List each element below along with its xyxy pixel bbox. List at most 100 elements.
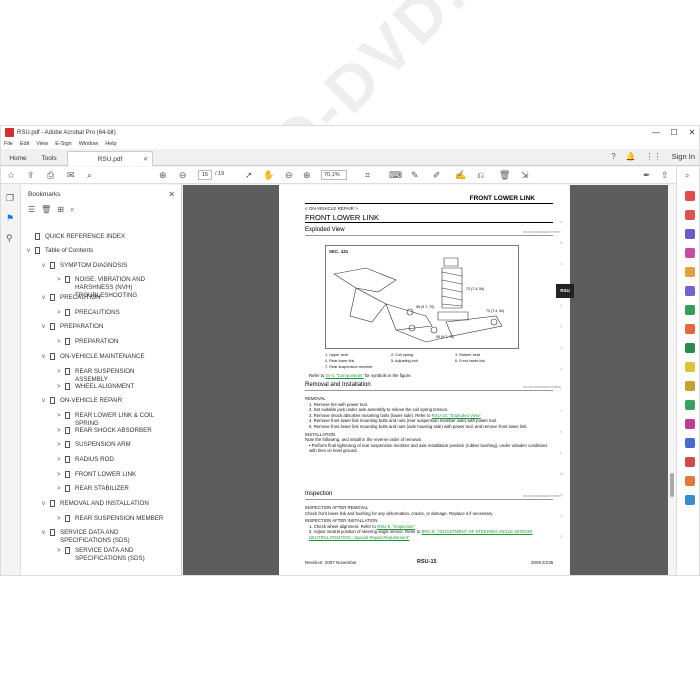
bookmark-item[interactable]: v ON-VEHICLE MAINTENANCE	[42, 353, 165, 361]
chevron-right-icon[interactable]: >	[57, 456, 65, 464]
close-window-button[interactable]: ✕	[683, 126, 699, 139]
bookmark-item[interactable]: > SERVICE DATA AND SPECIFICATIONS (SDS)	[57, 547, 165, 563]
chevron-right-icon[interactable]: >	[57, 383, 65, 391]
bookmark-item[interactable]: > REAR SUSPENSION MEMBER	[57, 515, 165, 523]
after-install-step-1-link[interactable]: RSU-6, "Inspection"	[377, 524, 415, 529]
mail-icon[interactable]: ✉	[67, 170, 75, 181]
tab-document[interactable]: RSU.pdf ✕	[67, 151, 153, 166]
certificates-icon[interactable]	[685, 438, 695, 448]
page-up-icon[interactable]: ⊕	[159, 170, 167, 181]
find-bookmark-icon[interactable]: ⌕	[70, 205, 74, 215]
create-pdf-icon[interactable]	[685, 191, 695, 201]
menu-edit[interactable]: Edit	[20, 141, 29, 147]
keyboard-icon[interactable]: ⌨	[389, 170, 402, 181]
sign-icon[interactable]: ✒	[643, 170, 651, 181]
chevron-down-icon[interactable]: v	[42, 397, 50, 405]
zoom-level-input[interactable]: 70,1%	[321, 170, 347, 180]
tab-tools[interactable]: Tools	[35, 151, 63, 166]
delete-icon[interactable]: 🗑	[499, 170, 510, 181]
chevron-right-icon[interactable]: >	[57, 441, 65, 449]
stamp-tool-icon[interactable]	[685, 381, 695, 391]
print-production-icon[interactable]	[685, 400, 695, 410]
menu-esign[interactable]: E-Sign	[55, 141, 72, 147]
page-number-input[interactable]: 15	[198, 170, 212, 180]
chevron-down-icon[interactable]: v	[42, 500, 50, 508]
close-tab-icon[interactable]: ✕	[143, 156, 148, 163]
measure-icon[interactable]	[685, 476, 695, 486]
bookmark-item[interactable]: v Table of Contents	[27, 247, 165, 255]
notifications-icon[interactable]: 🔔	[626, 152, 636, 161]
document-viewport[interactable]: FRONT LOWER LINK < ON-VEHICLE REPAIR > F…	[183, 185, 668, 575]
bookmark-item[interactable]: > RADIUS ROD	[57, 456, 165, 464]
bookmark-item[interactable]: > REAR SHOCK ABSORBER	[57, 427, 165, 435]
chevron-right-icon[interactable]: >	[57, 276, 65, 284]
draw-icon[interactable]: ✍	[455, 170, 466, 181]
share-icon[interactable]: ⇧	[661, 170, 669, 181]
organize-pages-icon[interactable]	[685, 248, 695, 258]
tab-home[interactable]: Home	[4, 151, 32, 166]
chevron-right-icon[interactable]: >	[57, 338, 65, 346]
chevron-right-icon[interactable]: >	[57, 309, 65, 317]
bookmark-item[interactable]: v ON-VEHICLE REPAIR	[42, 397, 165, 405]
upload-icon[interactable]: ⇪	[27, 170, 35, 181]
delete-bookmark-icon[interactable]: 🗑	[41, 205, 51, 215]
chevron-down-icon[interactable]: v	[42, 353, 50, 361]
sign-in-button[interactable]: Sign In	[672, 152, 695, 161]
bookmark-item[interactable]: > SUSPENSION ARM	[57, 441, 165, 449]
chevron-down-icon[interactable]: v	[27, 247, 35, 255]
refer-link[interactable]: GI-4, "Components"	[325, 373, 363, 378]
protect-icon[interactable]	[685, 343, 695, 353]
apps-grid-icon[interactable]: ⋮⋮	[646, 152, 662, 161]
accessibility-icon[interactable]	[685, 419, 695, 429]
bookmark-item[interactable]: v PREPARATION	[42, 323, 165, 331]
zoom-in-icon[interactable]: ⊕	[303, 170, 311, 181]
crop-icon[interactable]: ⌗	[365, 170, 370, 181]
bookmark-item[interactable]: > WHEEL ALIGNMENT	[57, 383, 165, 391]
zoom-out-icon[interactable]: ⊖	[285, 170, 293, 181]
bookmark-item[interactable]: > REAR LOWER LINK & COIL SPRING	[57, 412, 165, 428]
print-icon[interactable]: ⎙	[47, 170, 54, 181]
rich-media-icon[interactable]	[685, 457, 695, 467]
redact-icon[interactable]	[685, 362, 695, 372]
chevron-right-icon[interactable]: >	[57, 368, 65, 376]
attachment-icon[interactable]: ⚲	[6, 233, 13, 244]
bookmark-item[interactable]: v SYMPTOM DIAGNOSIS	[42, 262, 165, 270]
chevron-right-icon[interactable]: >	[57, 485, 65, 493]
scan-ocr-icon[interactable]	[685, 324, 695, 334]
minimize-button[interactable]: —	[647, 126, 665, 139]
combine-files-icon[interactable]	[685, 210, 695, 220]
comment-icon[interactable]: ✎	[411, 170, 419, 181]
bookmark-item[interactable]: v SERVICE DATA AND SPECIFICATIONS (SDS)	[42, 529, 165, 545]
search-icon[interactable]: ⌕	[87, 170, 92, 181]
chevron-right-icon[interactable]: >	[57, 515, 65, 523]
close-panel-icon[interactable]: ✕	[168, 190, 175, 199]
maximize-button[interactable]: ☐	[665, 126, 683, 139]
bookmark-item[interactable]: > REAR SUSPENSION ASSEMBLY	[57, 368, 165, 384]
chevron-right-icon[interactable]: >	[57, 412, 65, 420]
chevron-down-icon[interactable]: v	[42, 323, 50, 331]
chevron-right-icon[interactable]: >	[57, 547, 65, 555]
bookmark-item[interactable]: > PRECAUTIONS	[57, 309, 165, 317]
bookmark-item[interactable]: QUICK REFERENCE INDEX	[27, 233, 165, 241]
export-icon[interactable]: ⇲	[521, 170, 529, 181]
hand-tool-icon[interactable]: ✋	[263, 170, 274, 181]
menu-window[interactable]: Window	[79, 141, 99, 147]
bookmark-item[interactable]: > PREPARATION	[57, 338, 165, 346]
select-cursor-icon[interactable]: ➚	[245, 170, 253, 181]
removal-step-3-link[interactable]: RSU-10, "Exploded View"	[432, 413, 481, 418]
more-tools-icon[interactable]	[685, 495, 695, 505]
fill-sign-icon[interactable]	[685, 286, 695, 296]
new-bookmark-icon[interactable]: ⊞	[57, 205, 64, 215]
stamp-icon[interactable]: ⎌	[477, 170, 484, 181]
options-icon[interactable]: ☰	[28, 205, 35, 215]
scrollbar-thumb[interactable]	[670, 473, 674, 497]
menu-help[interactable]: Help	[105, 141, 116, 147]
bookmark-item[interactable]: v REMOVAL AND INSTALLATION	[42, 500, 165, 508]
help-icon[interactable]: ?	[611, 152, 615, 161]
edit-pdf-icon[interactable]	[685, 229, 695, 239]
export-pdf-icon[interactable]	[685, 305, 695, 315]
chevron-down-icon[interactable]: v	[42, 529, 50, 537]
chevron-down-icon[interactable]: v	[42, 294, 50, 302]
menu-file[interactable]: File	[4, 141, 13, 147]
comment-tool-icon[interactable]	[685, 267, 695, 277]
